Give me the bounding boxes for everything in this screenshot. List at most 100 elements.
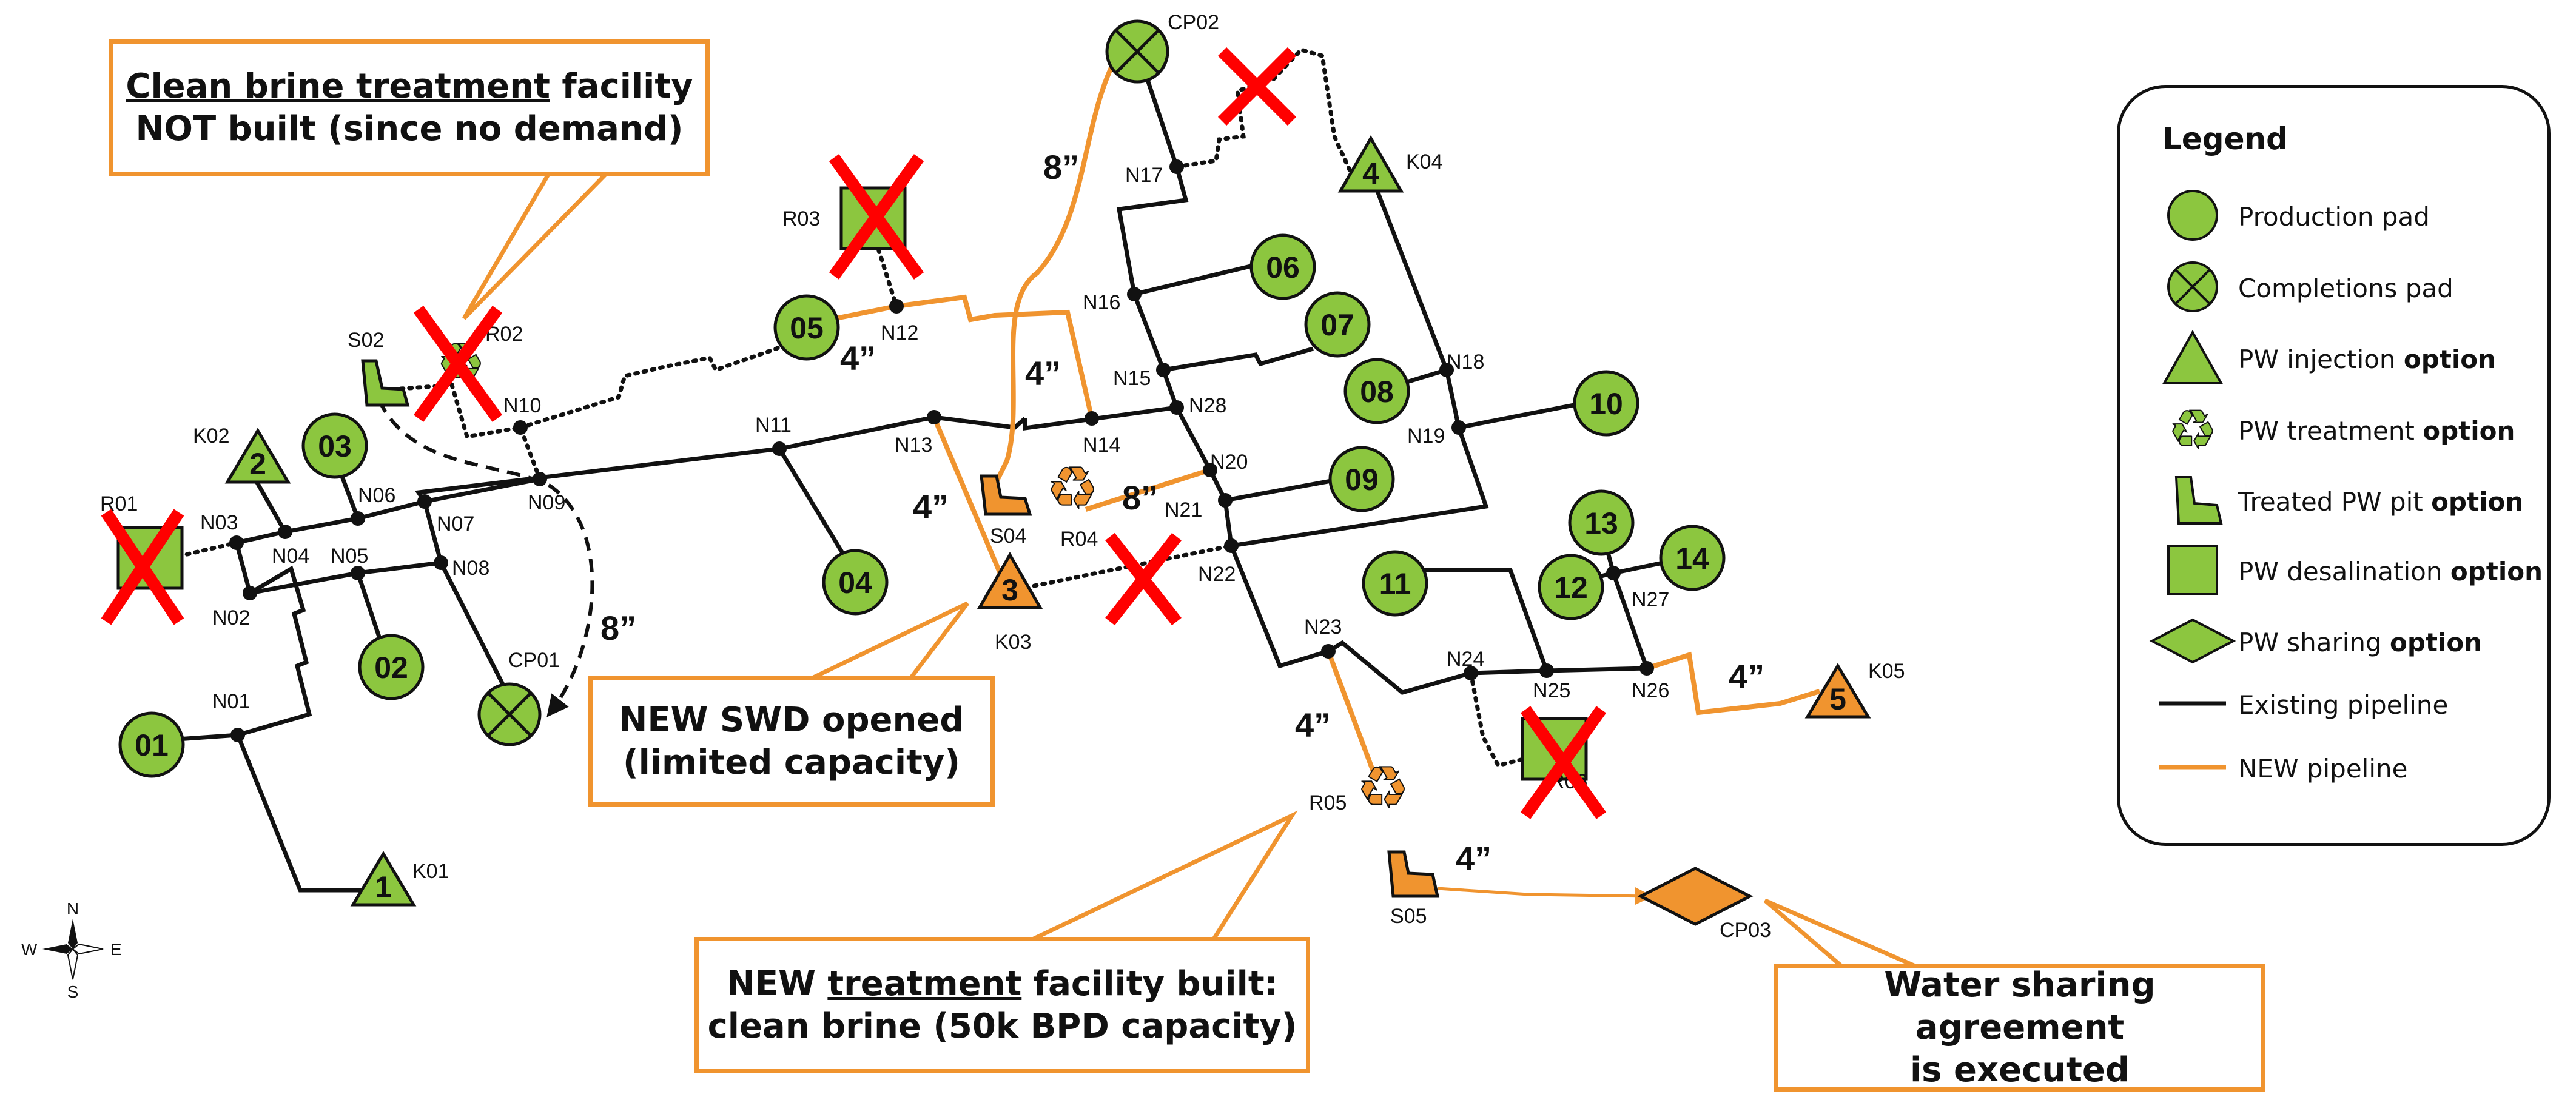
legend-row-pit: Treated PW pit option xyxy=(2120,470,2544,531)
pipe-n18-n19 xyxy=(1444,369,1461,428)
junction-n05 xyxy=(351,566,365,580)
node-label-n16: N16 xyxy=(1083,291,1120,314)
junction-n12 xyxy=(889,299,904,314)
legend-row-new: NEW pipeline xyxy=(2120,737,2544,797)
node-label-n20: N20 xyxy=(1210,451,1248,474)
callout-new-treatment-b: facility built: xyxy=(1021,964,1278,1004)
recycle-icon: ♻ xyxy=(1357,754,1409,822)
junction-n01 xyxy=(230,728,245,742)
legend-label-pit: Treated PW pit xyxy=(2238,487,2432,517)
junction-n25 xyxy=(1539,663,1554,678)
junction-n28 xyxy=(1169,400,1184,415)
treatment-r04: ♻ R04 xyxy=(1046,454,1099,551)
recycle-icon: ♻ xyxy=(1046,454,1098,522)
production-pad-09: 09 xyxy=(1328,446,1395,512)
node-label-n05: N05 xyxy=(331,545,368,568)
callout-clean-brine-rest: facility xyxy=(550,66,693,106)
junction-n16 xyxy=(1127,287,1142,301)
cross-k03-n22 xyxy=(1105,532,1182,626)
legend-label-treatment-option: option xyxy=(2423,416,2515,446)
legend-label-treatment: PW treatment xyxy=(2238,416,2423,446)
node-label-n06: N06 xyxy=(358,484,395,507)
pit-s02: S02 xyxy=(348,329,410,407)
svg-text:♻: ♻ xyxy=(2168,399,2218,460)
svg-text:R04: R04 xyxy=(1060,528,1098,551)
pipe-n01-k01 xyxy=(235,734,370,893)
svg-text:1: 1 xyxy=(375,870,392,904)
junction-n23 xyxy=(1321,644,1336,659)
legend-label-injection: PW injection xyxy=(2238,344,2404,374)
svg-text:11: 11 xyxy=(1379,567,1411,601)
pipe-n16-pad06 xyxy=(1134,263,1256,297)
svg-text:04: 04 xyxy=(838,566,872,600)
junction-n26 xyxy=(1639,661,1654,676)
legend-label-production: Production pad xyxy=(2238,202,2430,232)
cross-cp02-dotted xyxy=(1217,47,1297,126)
pipe-n21-pad09 xyxy=(1225,478,1335,503)
svg-text:09: 09 xyxy=(1345,463,1379,497)
svg-text:03: 03 xyxy=(318,429,352,463)
pipe-size-label: 8” xyxy=(1043,148,1079,186)
legend-label-new: NEW pipeline xyxy=(2238,754,2408,783)
node-label-n28: N28 xyxy=(1189,394,1226,417)
pipe-size-label: 8” xyxy=(600,609,636,647)
pipe-n19-pad10 xyxy=(1458,401,1584,430)
node-label-n07: N07 xyxy=(437,512,474,535)
callout-water-sharing-line2: is executed xyxy=(1909,1050,2130,1090)
legend-row-injection: PW injection option xyxy=(2120,327,2544,388)
existing-pipeline-line-icon xyxy=(2159,701,2226,706)
production-pad-10: 10 xyxy=(1573,370,1639,437)
compass-rose-icon: N S E W xyxy=(21,899,121,1001)
compass-e: E xyxy=(110,940,121,959)
junction-n14 xyxy=(1085,411,1099,426)
tail-new-treatment xyxy=(1030,810,1298,942)
node-label-n15: N15 xyxy=(1113,367,1151,390)
legend-label-desalination-option: option xyxy=(2450,557,2543,586)
svg-text:2: 2 xyxy=(249,447,266,481)
legend-label-injection-option: option xyxy=(2403,344,2497,374)
svg-text:R01: R01 xyxy=(100,492,138,515)
callout-new-treatment-underlined: treatment xyxy=(827,964,1022,1004)
svg-text:10: 10 xyxy=(1589,387,1623,421)
pipe-size-label: 4” xyxy=(1729,657,1764,696)
node-label-n14: N14 xyxy=(1083,434,1120,457)
svg-text:K03: K03 xyxy=(995,631,1032,654)
junction-n13 xyxy=(927,410,941,424)
legend-label-existing: Existing pipeline xyxy=(2238,690,2449,720)
pipe-n24-n25 xyxy=(1470,668,1547,676)
pipe-size-label: 4” xyxy=(840,339,876,377)
node-label-n26: N26 xyxy=(1632,679,1669,702)
legend-label-sharing-option: option xyxy=(2390,628,2483,657)
svg-text:K02: K02 xyxy=(193,424,230,448)
pipe-size-label: 4” xyxy=(913,488,949,526)
pipe-n26-n27 xyxy=(1611,572,1649,669)
pipe-n22-n23 xyxy=(1229,545,1330,669)
svg-text:R05: R05 xyxy=(1309,791,1347,814)
node-label-n21: N21 xyxy=(1165,498,1202,522)
tail-clean-brine xyxy=(462,171,612,320)
legend-label-desalination: PW desalination xyxy=(2238,557,2450,586)
pipe-k04-n18 xyxy=(1371,181,1449,371)
svg-text:12: 12 xyxy=(1554,571,1588,605)
pipe-n25-n26 xyxy=(1546,666,1647,673)
junction-n22 xyxy=(1224,538,1239,553)
junction-n27 xyxy=(1606,566,1621,580)
junction-n08 xyxy=(434,555,448,570)
legend-row-production: Production pad xyxy=(2120,185,2544,246)
svg-text:CP03: CP03 xyxy=(1720,919,1771,942)
tail-new-swd xyxy=(809,601,969,682)
node-label-n23: N23 xyxy=(1304,616,1342,639)
network-diagram: N01 N02 N03 N04 N05 N06 N07 N08 N09 N10 … xyxy=(0,0,2576,1097)
production-pad-11: 11 xyxy=(1362,550,1428,617)
svg-text:S04: S04 xyxy=(990,525,1027,548)
pipe-size-label: 4” xyxy=(1025,354,1061,392)
production-pad-08: 08 xyxy=(1343,358,1410,424)
pipe-n14-n28 xyxy=(1023,405,1177,431)
compass-s: S xyxy=(67,982,79,1001)
callout-new-swd-line1: NEW SWD opened xyxy=(619,700,964,740)
svg-text:CP01: CP01 xyxy=(508,649,560,672)
svg-text:06: 06 xyxy=(1266,250,1300,284)
production-pad-13: 13 xyxy=(1568,489,1635,556)
injection-k05: 5 K05 xyxy=(1804,660,1905,719)
node-label-n27: N27 xyxy=(1632,588,1669,611)
